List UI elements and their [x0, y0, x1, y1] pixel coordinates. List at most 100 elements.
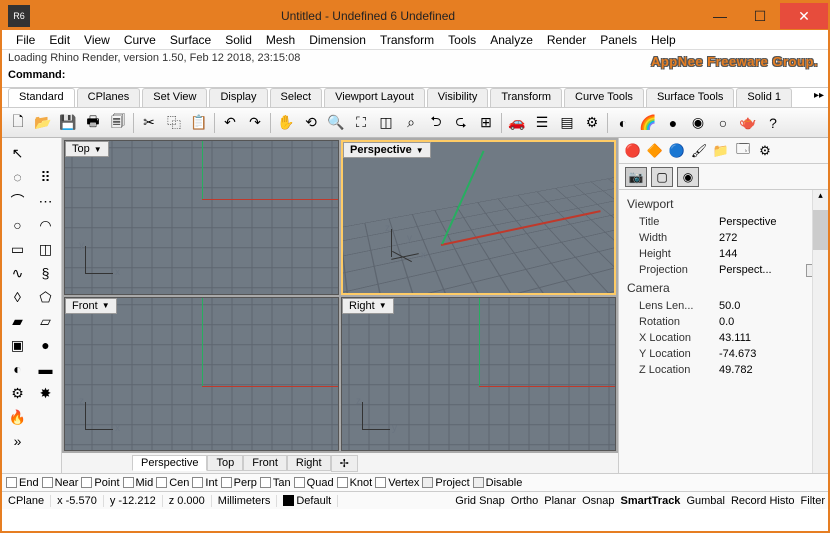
- osnap-point-checkbox[interactable]: [81, 477, 92, 488]
- viewport-label-right[interactable]: Right▼: [342, 298, 394, 314]
- rect2-tool[interactable]: ◫: [33, 238, 59, 260]
- viewport-tab-right[interactable]: Right: [287, 455, 331, 471]
- tooltab-standard[interactable]: Standard: [8, 88, 75, 107]
- viewport-top[interactable]: Top▼ xy: [64, 140, 339, 295]
- gear-tool[interactable]: ⚙: [5, 382, 31, 404]
- tooltabs-scroll-right[interactable]: ▸▸: [810, 88, 828, 107]
- extrude-tool[interactable]: ▬: [33, 358, 59, 380]
- zoom-win-icon[interactable]: ⌕: [399, 111, 423, 135]
- menu-curve[interactable]: Curve: [118, 31, 162, 49]
- tooltab-set-view[interactable]: Set View: [142, 88, 207, 107]
- tooltab-display[interactable]: Display: [209, 88, 267, 107]
- maximize-button[interactable]: ☐: [740, 3, 780, 29]
- layers2-icon[interactable]: ▤: [555, 111, 579, 135]
- osnap-tan-checkbox[interactable]: [260, 477, 271, 488]
- arc-tool[interactable]: ◠: [33, 214, 59, 236]
- viewport-tab-perspective[interactable]: Perspective: [132, 455, 207, 471]
- osnap-quad-checkbox[interactable]: [294, 477, 305, 488]
- menu-panels[interactable]: Panels: [594, 31, 643, 49]
- viewport-perspective[interactable]: Perspective▼ x z y: [341, 140, 616, 295]
- status-toggle-filter[interactable]: Filter: [798, 495, 828, 507]
- grid-4-icon[interactable]: ⊞: [474, 111, 498, 135]
- viewport-label-front[interactable]: Front▼: [65, 298, 117, 314]
- print-icon[interactable]: 🖶: [81, 111, 105, 135]
- osnap-knot-checkbox[interactable]: [337, 477, 348, 488]
- flame-tool[interactable]: 🔥: [5, 406, 31, 428]
- osnap-near-checkbox[interactable]: [42, 477, 53, 488]
- menu-file[interactable]: File: [10, 31, 41, 49]
- osnap-project-checkbox[interactable]: [422, 477, 433, 488]
- curve-tool[interactable]: ∿: [5, 262, 31, 284]
- menu-transform[interactable]: Transform: [374, 31, 440, 49]
- status-toggle-gumbal[interactable]: Gumbal: [683, 495, 728, 507]
- tooltab-solid-1[interactable]: Solid 1: [736, 88, 792, 107]
- new-icon[interactable]: 🗋: [6, 111, 30, 135]
- tooltab-transform[interactable]: Transform: [490, 88, 562, 107]
- panel-globe-icon[interactable]: 🔴: [623, 141, 643, 161]
- status-layer[interactable]: Default: [277, 495, 338, 507]
- helix-tool[interactable]: §: [33, 262, 59, 284]
- menu-analyze[interactable]: Analyze: [484, 31, 539, 49]
- osnap-vertex-checkbox[interactable]: [375, 477, 386, 488]
- teapot-icon[interactable]: 🫖: [736, 111, 760, 135]
- undo-icon[interactable]: ↶: [218, 111, 242, 135]
- surface1-tool[interactable]: ▰: [5, 310, 31, 332]
- status-toggle-record-histo[interactable]: Record Histo: [728, 495, 798, 507]
- add-viewport-tab[interactable]: ✢: [331, 455, 358, 472]
- menu-dimension[interactable]: Dimension: [303, 31, 372, 49]
- menu-view[interactable]: View: [78, 31, 116, 49]
- menu-mesh[interactable]: Mesh: [260, 31, 301, 49]
- status-cplane[interactable]: CPlane: [2, 495, 51, 507]
- viewport-tab-top[interactable]: Top: [207, 455, 243, 471]
- props-icon[interactable]: ⚙: [580, 111, 604, 135]
- rainbow-icon[interactable]: 🌈: [636, 111, 660, 135]
- sphere2-icon[interactable]: ○: [711, 111, 735, 135]
- help-icon[interactable]: ?: [761, 111, 785, 135]
- menu-render[interactable]: Render: [541, 31, 592, 49]
- viewport-front[interactable]: Front▼ xz: [64, 297, 339, 452]
- doc-icon[interactable]: 🗐: [106, 111, 130, 135]
- osnap-cen-checkbox[interactable]: [156, 477, 167, 488]
- status-toggle-grid-snap[interactable]: Grid Snap: [452, 495, 508, 507]
- status-toggle-ortho[interactable]: Ortho: [508, 495, 542, 507]
- select-pts-tool[interactable]: ⠿: [33, 166, 59, 188]
- cut-icon[interactable]: ✂: [137, 111, 161, 135]
- tooltab-surface-tools[interactable]: Surface Tools: [646, 88, 734, 107]
- close-button[interactable]: ✕: [780, 3, 828, 29]
- zoom-sel-icon[interactable]: ◫: [374, 111, 398, 135]
- sphere-tool[interactable]: ●: [33, 334, 59, 356]
- pts-tool[interactable]: ⋯: [33, 190, 59, 212]
- copy-icon[interactable]: ⿻: [162, 111, 186, 135]
- revolve-tool[interactable]: ◐: [5, 358, 31, 380]
- menu-tools[interactable]: Tools: [442, 31, 482, 49]
- osnap-perp-checkbox[interactable]: [221, 477, 232, 488]
- explode-tool[interactable]: ✸: [33, 382, 59, 404]
- osnap-int-checkbox[interactable]: [192, 477, 203, 488]
- render-icon[interactable]: ◐: [611, 111, 635, 135]
- paste-icon[interactable]: 📋: [187, 111, 211, 135]
- tooltab-cplanes[interactable]: CPlanes: [77, 88, 141, 107]
- box-tool[interactable]: ▣: [5, 334, 31, 356]
- menu-edit[interactable]: Edit: [43, 31, 76, 49]
- display-camera-icon[interactable]: 📷: [625, 167, 647, 187]
- undo-view-icon[interactable]: ⮌: [424, 111, 448, 135]
- status-toggle-osnap[interactable]: Osnap: [579, 495, 617, 507]
- status-toggle-smarttrack[interactable]: SmartTrack: [618, 495, 684, 507]
- sphere-icon[interactable]: ◉: [686, 111, 710, 135]
- status-units[interactable]: Millimeters: [212, 495, 278, 507]
- zoom-extents-icon[interactable]: ⛶: [349, 111, 373, 135]
- panel-folder-icon[interactable]: 📁: [711, 141, 731, 161]
- display-shaded-icon[interactable]: ◉: [677, 167, 699, 187]
- display-wireframe-icon[interactable]: ▢: [651, 167, 673, 187]
- tooltab-select[interactable]: Select: [270, 88, 323, 107]
- layers-icon[interactable]: ☰: [530, 111, 554, 135]
- hand-icon[interactable]: ✋: [274, 111, 298, 135]
- rotate-view-icon[interactable]: ⟲: [299, 111, 323, 135]
- panel-gear-icon[interactable]: ⚙: [755, 141, 775, 161]
- panel-sphere-icon[interactable]: 🔵: [667, 141, 687, 161]
- redo-icon[interactable]: ↷: [243, 111, 267, 135]
- command-prompt[interactable]: Command:: [8, 69, 822, 85]
- viewport-right[interactable]: Right▼ yz: [341, 297, 616, 452]
- pointer-tool[interactable]: ↖: [5, 142, 31, 164]
- lasso-tool[interactable]: ◌: [5, 166, 31, 188]
